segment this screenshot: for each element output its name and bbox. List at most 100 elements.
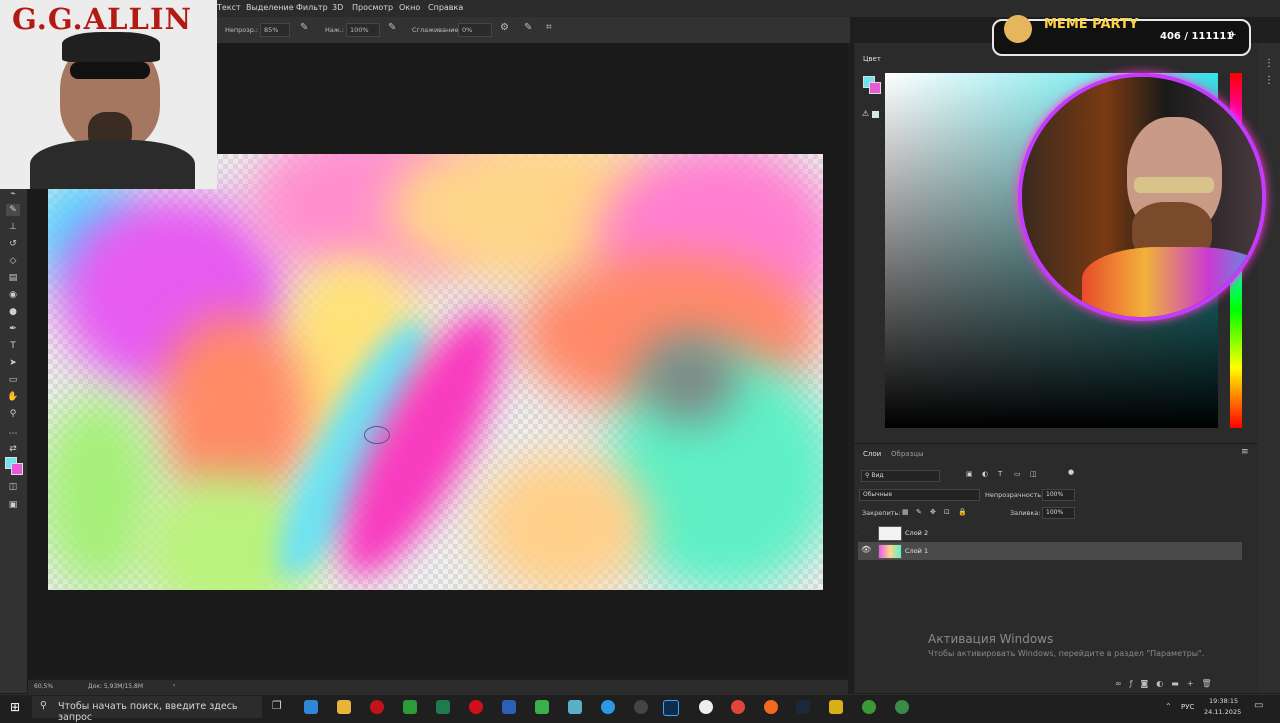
- excel-icon[interactable]: [436, 700, 450, 714]
- layer-row-selected[interactable]: 👁 Слой 1: [858, 542, 1242, 560]
- blend-mode-select[interactable]: Обычные: [859, 489, 980, 501]
- app-icon-arrow[interactable]: [535, 700, 549, 714]
- filter-adjust-icon[interactable]: ◐: [982, 470, 988, 478]
- word-icon[interactable]: [502, 700, 516, 714]
- trash-icon[interactable]: 🗑: [1202, 679, 1220, 688]
- notification-icon[interactable]: ▭: [1254, 700, 1263, 711]
- chrome-2-icon[interactable]: [862, 700, 876, 714]
- firefox-icon[interactable]: [764, 700, 778, 714]
- tab-color[interactable]: Цвет: [863, 55, 881, 63]
- filter-toggle-icon[interactable]: ●: [1068, 468, 1074, 476]
- folder-icon[interactable]: ▬: [1171, 679, 1187, 688]
- blur-tool-icon[interactable]: ◉: [6, 289, 20, 301]
- dodge-tool-icon[interactable]: ●: [6, 306, 20, 318]
- shape-tool-icon[interactable]: ▭: [6, 374, 20, 386]
- lock-pixels-icon[interactable]: ✎: [916, 508, 922, 516]
- tab-swatches[interactable]: Образцы: [891, 450, 924, 458]
- layer-row[interactable]: · Слой 2: [858, 524, 1242, 542]
- gradient-tool-icon[interactable]: ▤: [6, 272, 20, 284]
- opera-gx-icon[interactable]: [469, 700, 483, 714]
- chrome-3-icon[interactable]: [895, 700, 909, 714]
- windows-start-icon[interactable]: ⊞: [10, 700, 20, 714]
- taskbar-search[interactable]: ⚲ Чтобы начать поиск, введите здесь запр…: [32, 696, 262, 723]
- photoshop-icon[interactable]: [663, 700, 679, 716]
- menu-view[interactable]: Просмотр: [352, 3, 393, 12]
- language-indicator[interactable]: РУС: [1181, 703, 1194, 711]
- hand-tool-icon[interactable]: ✋: [6, 391, 20, 403]
- dock-icon-1[interactable]: ⋮: [1264, 58, 1274, 69]
- zoom-tool-icon[interactable]: ⚲: [6, 408, 20, 420]
- mask-icon[interactable]: ◙: [1141, 679, 1157, 688]
- dock-icon-2[interactable]: ⋮: [1264, 75, 1274, 86]
- new-layer-icon[interactable]: +: [1187, 679, 1202, 688]
- menu-help[interactable]: Справка: [428, 3, 463, 12]
- panel-menu-icon[interactable]: ≡: [1241, 447, 1249, 457]
- history-brush-icon[interactable]: ↺: [6, 238, 20, 250]
- folder-app-icon[interactable]: [337, 700, 351, 714]
- menu-text[interactable]: Текст: [217, 3, 241, 12]
- link-icon[interactable]: ∞: [1115, 679, 1130, 688]
- fx-icon[interactable]: ƒ: [1130, 679, 1141, 688]
- menu-filter[interactable]: Фильтр: [296, 3, 328, 12]
- obs-icon[interactable]: [634, 700, 648, 714]
- fill-field[interactable]: 100%: [1042, 507, 1075, 519]
- lock-position-icon[interactable]: ✥: [930, 508, 936, 516]
- path-select-icon[interactable]: ➤: [6, 357, 20, 369]
- status-arrow-icon[interactable]: ›: [173, 682, 175, 689]
- airbrush-icon[interactable]: ✎: [388, 22, 396, 33]
- adjustment-icon[interactable]: ◐: [1156, 679, 1171, 688]
- painting-canvas[interactable]: [48, 154, 823, 590]
- symmetry-icon[interactable]: ⌗: [546, 22, 552, 33]
- layer-opacity-field[interactable]: 100%: [1042, 489, 1075, 501]
- more-tools-icon[interactable]: ⋯: [6, 428, 20, 440]
- panel-background-swatch[interactable]: [869, 82, 881, 94]
- layer-name[interactable]: Слой 2: [905, 529, 928, 537]
- opera-icon[interactable]: [370, 700, 384, 714]
- pressure-opacity-icon[interactable]: ✎: [300, 22, 308, 33]
- clock-time[interactable]: 19:38:15: [1209, 697, 1238, 705]
- screen-mode-icon[interactable]: ▣: [6, 499, 20, 511]
- filter-type-icon[interactable]: T: [998, 470, 1002, 478]
- filter-shape-icon[interactable]: ▭: [1014, 470, 1021, 478]
- zoom-level[interactable]: 60,5%: [34, 683, 53, 690]
- pen-tool-icon[interactable]: ✒: [6, 323, 20, 335]
- clock-date[interactable]: 24.11.2025: [1204, 708, 1241, 716]
- eye-icon[interactable]: 👁: [861, 545, 871, 554]
- tab-layers[interactable]: Слои: [863, 450, 881, 458]
- layer-filter-select[interactable]: ⚲ Вид: [861, 470, 940, 482]
- menu-window[interactable]: Окно: [399, 3, 420, 12]
- layer-name[interactable]: Слой 1: [905, 547, 928, 555]
- eraser-tool-icon[interactable]: ◇: [6, 255, 20, 267]
- stamp-tool-icon[interactable]: ⊥: [6, 221, 20, 233]
- steam-icon[interactable]: [796, 700, 810, 714]
- eyedropper-tool-icon[interactable]: ⌁: [6, 188, 20, 200]
- tray-expand-icon[interactable]: ⌃: [1165, 702, 1172, 711]
- smoothing-field[interactable]: 0%: [458, 23, 492, 37]
- filter-pixel-icon[interactable]: ▣: [966, 470, 973, 478]
- yandex-icon[interactable]: [699, 700, 713, 714]
- lock-artboard-icon[interactable]: ⊡: [944, 508, 950, 516]
- opacity-field[interactable]: 85%: [260, 23, 290, 37]
- background-color-swatch[interactable]: [11, 463, 23, 475]
- brush-tool-icon[interactable]: ✎: [6, 204, 20, 216]
- chrome-icon[interactable]: [731, 700, 745, 714]
- app-icon-yellow[interactable]: [829, 700, 843, 714]
- pressure-field[interactable]: 100%: [346, 23, 380, 37]
- app-icon-notes[interactable]: [568, 700, 582, 714]
- gear-icon[interactable]: ⚙: [500, 22, 509, 33]
- menu-3d[interactable]: 3D: [332, 3, 343, 12]
- menu-select[interactable]: Выделение: [246, 3, 294, 12]
- task-view-icon[interactable]: ❐: [272, 699, 282, 712]
- swap-colors-icon[interactable]: ⇄: [6, 443, 20, 455]
- app-icon-explorer[interactable]: [304, 700, 318, 714]
- telegram-icon[interactable]: [601, 700, 615, 714]
- type-tool-icon[interactable]: T: [6, 340, 20, 352]
- app-icon-green[interactable]: [403, 700, 417, 714]
- quick-mask-icon[interactable]: ◫: [6, 481, 20, 493]
- visibility-off-icon[interactable]: ·: [862, 529, 864, 537]
- filter-smart-icon[interactable]: ◫: [1030, 470, 1037, 478]
- lock-transparent-icon[interactable]: ▦: [902, 508, 909, 516]
- lock-all-icon[interactable]: 🔒: [958, 508, 967, 516]
- angle-icon[interactable]: ✎: [524, 22, 532, 33]
- websafe-swatch[interactable]: [872, 111, 879, 118]
